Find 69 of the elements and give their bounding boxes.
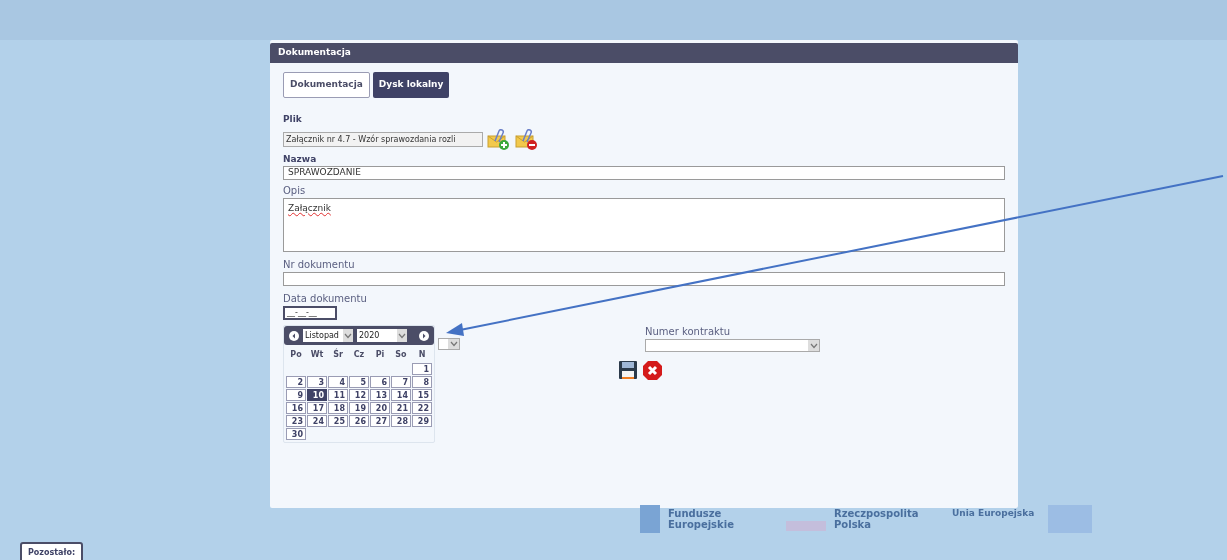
calendar-day[interactable]: 21 bbox=[391, 402, 411, 414]
field-label: Opis bbox=[283, 184, 307, 198]
weekday-label: N bbox=[417, 349, 427, 361]
calendar-day[interactable]: 8 bbox=[412, 376, 432, 388]
remaining-button[interactable]: Pozostało: bbox=[20, 542, 84, 560]
calendar-day[interactable]: 23 bbox=[286, 415, 306, 427]
calendar-day[interactable]: 11 bbox=[328, 389, 348, 401]
calendar-day[interactable]: 3 bbox=[307, 376, 327, 388]
logo-text: Fundusze Europejskie bbox=[668, 508, 735, 530]
field-label: Plik bbox=[283, 113, 303, 126]
calendar-day[interactable]: 9 bbox=[286, 389, 306, 401]
chevron-down-icon bbox=[809, 342, 818, 349]
weekday-label: Cz bbox=[352, 349, 366, 361]
chevron-down-icon bbox=[344, 332, 352, 339]
calendar-day[interactable]: 27 bbox=[370, 415, 390, 427]
month-select[interactable]: Listopad bbox=[303, 329, 353, 342]
field-label: Data dokumentu bbox=[283, 292, 368, 306]
calendar-day[interactable]: 5 bbox=[349, 376, 369, 388]
weekday-label: So bbox=[394, 349, 408, 361]
calendar-day[interactable]: 4 bbox=[328, 376, 348, 388]
calendar-day[interactable]: 25 bbox=[328, 415, 348, 427]
file-field[interactable]: Załącznik nr 4.7 - Wzór sprawozdania rozli bbox=[283, 132, 483, 147]
description-text: Załącznik bbox=[288, 203, 331, 213]
weekday-label: Wt bbox=[309, 349, 325, 361]
save-icon[interactable] bbox=[618, 360, 638, 380]
field-label: Numer kontraktu bbox=[645, 325, 731, 339]
calendar-day[interactable]: 6 bbox=[370, 376, 390, 388]
date-field[interactable]: __-__-__ bbox=[283, 306, 337, 320]
weekday-label: Śr bbox=[332, 349, 344, 361]
description-field[interactable]: Załącznik bbox=[283, 198, 1005, 252]
previous-month-icon[interactable] bbox=[289, 330, 299, 341]
calendar-day[interactable]: 2 bbox=[286, 376, 306, 388]
attach-add-icon[interactable] bbox=[487, 128, 511, 151]
calendar-day[interactable]: 7 bbox=[391, 376, 411, 388]
next-month-icon[interactable] bbox=[419, 330, 429, 341]
weekday-label: Pi bbox=[374, 349, 386, 361]
weekday-label: Po bbox=[289, 349, 303, 361]
tab[interactable]: Dysk lokalny bbox=[372, 72, 450, 98]
calendar-day[interactable]: 15 bbox=[412, 389, 432, 401]
calendar-day[interactable]: 1 bbox=[412, 363, 432, 375]
field-label: Nazwa bbox=[283, 152, 318, 166]
flag-logo-icon bbox=[640, 505, 660, 533]
tab[interactable]: Dokumentacja bbox=[283, 72, 370, 98]
chevron-down-icon bbox=[398, 332, 406, 339]
calendar-day[interactable]: 28 bbox=[391, 415, 411, 427]
calendar-day[interactable]: 26 bbox=[349, 415, 369, 427]
calendar-day[interactable]: 24 bbox=[307, 415, 327, 427]
dropdown-field[interactable] bbox=[438, 338, 460, 350]
chevron-down-icon bbox=[449, 341, 458, 347]
document-number-field[interactable] bbox=[283, 272, 1005, 286]
field-label: Nr dokumentu bbox=[283, 258, 356, 272]
calendar-day[interactable]: 12 bbox=[349, 389, 369, 401]
close-icon[interactable] bbox=[642, 360, 663, 381]
calendar-day[interactable]: 16 bbox=[286, 402, 306, 414]
calendar-day[interactable]: 10 bbox=[307, 389, 327, 401]
year-select[interactable]: 2020 bbox=[357, 329, 407, 342]
calendar-day[interactable]: 22 bbox=[412, 402, 432, 414]
calendar-day[interactable]: 13 bbox=[370, 389, 390, 401]
calendar-day[interactable]: 19 bbox=[349, 402, 369, 414]
calendar-day[interactable]: 20 bbox=[370, 402, 390, 414]
name-field[interactable]: SPRAWOZDANIE bbox=[283, 166, 1005, 180]
calendar-day[interactable]: 14 bbox=[391, 389, 411, 401]
calendar-day[interactable]: 29 bbox=[412, 415, 432, 427]
calendar-day[interactable]: 17 bbox=[307, 402, 327, 414]
calendar-day[interactable]: 30 bbox=[286, 428, 306, 440]
attach-remove-icon[interactable] bbox=[515, 128, 539, 151]
dialog-title: Dokumentacja bbox=[270, 43, 1018, 63]
calendar-day[interactable]: 18 bbox=[328, 402, 348, 414]
logo-text: Unia Europejska bbox=[952, 507, 1035, 521]
